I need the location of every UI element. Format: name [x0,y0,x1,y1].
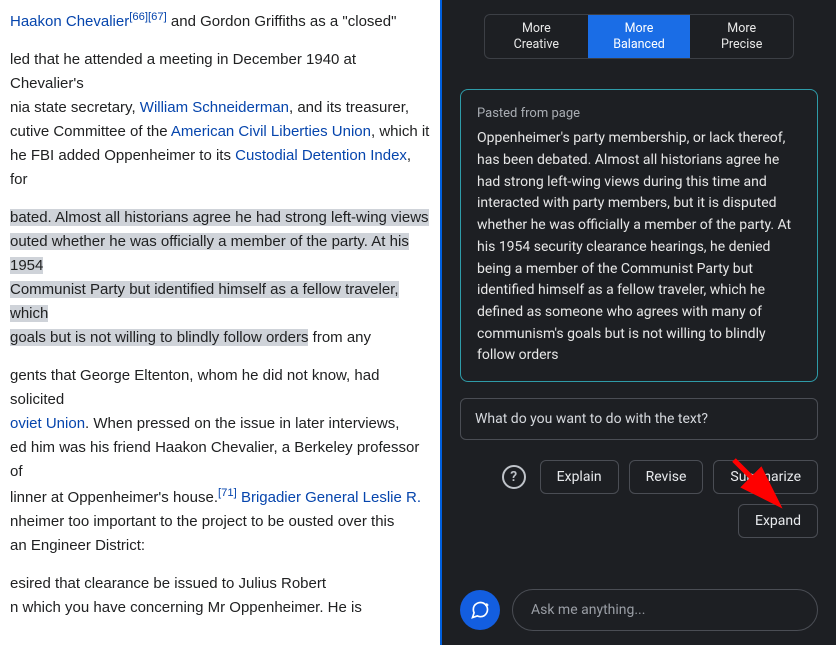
new-topic-icon[interactable] [460,590,500,630]
article-text: led that he attended a meeting in Decemb… [10,51,356,92]
tone-balanced-button[interactable]: More Balanced [588,15,691,58]
expand-button[interactable]: Expand [738,504,818,538]
pasted-text: Oppenheimer's party membership, or lack … [477,128,801,367]
tone-label: More [625,21,654,36]
help-icon[interactable]: ? [502,465,526,489]
tone-label: More [727,21,756,36]
selected-text: Communist Party but identified himself a… [10,281,399,322]
article-quote: esired that clearance be issued to Juliu… [10,572,430,620]
selected-text: outed whether he was officially a member… [10,233,409,274]
link-soviet-union[interactable]: oviet Union [10,415,85,432]
tone-label: More [522,21,551,36]
article-text: nia state secretary, [10,99,140,116]
link-schneiderman[interactable]: William Schneiderman [140,99,289,116]
action-row: ? Explain Revise Summarize [460,460,818,494]
tone-label: Balanced [613,37,665,52]
pasted-label: Pasted from page [477,104,801,124]
citation-ref-71[interactable]: [71] [218,487,237,499]
citation-ref-66[interactable]: [66] [129,11,148,23]
copilot-sidebar: More Creative More Balanced More Precise… [442,0,836,645]
tone-creative-button[interactable]: More Creative [485,15,588,58]
article-text: he FBI added Oppenheimer to its [10,147,235,164]
article-text: an Engineer District: [10,537,145,554]
action-row-2: Expand [460,504,818,538]
chat-input[interactable]: Ask me anything... [512,589,818,631]
article-text: , which it [371,123,429,140]
link-haakon-chevalier[interactable]: Haakon Chevalier [10,13,129,30]
link-leslie-groves[interactable]: Brigadier General Leslie R. [241,489,421,506]
link-custodial-detention[interactable]: Custodial Detention Index [235,147,407,164]
article-text: from any [308,329,371,346]
article-text: , and its treasurer, [289,99,409,116]
tone-precise-button[interactable]: More Precise [690,15,793,58]
article-text: esired that clearance be issued to Juliu… [10,575,326,592]
article-text: cutive Committee of the [10,123,171,140]
tone-label: Precise [721,37,762,52]
revise-button[interactable]: Revise [629,460,704,494]
selected-text: bated. Almost all historians agree he ha… [10,209,429,226]
explain-button[interactable]: Explain [540,460,619,494]
article-text: linner at Oppenheimer's house. [10,489,218,506]
citation-ref-67[interactable]: [67] [148,11,167,23]
article-text: ed him was his friend Haakon Chevalier, … [10,439,419,480]
chat-input-row: Ask me anything... [460,589,818,631]
article-paragraph: led that he attended a meeting in Decemb… [10,48,430,192]
article-text: and Gordon Griffiths as a "closed" [167,13,397,30]
link-aclu[interactable]: American Civil Liberties Union [171,123,371,140]
prompt-instruction: What do you want to do with the text? [460,398,818,440]
summarize-button[interactable]: Summarize [713,460,818,494]
pasted-context-box: Pasted from page Oppenheimer's party mem… [460,89,818,382]
article-text: gents that George Eltenton, whom he did … [10,367,379,408]
article-pane: Haakon Chevalier[66][67] and Gordon Grif… [0,0,442,645]
article-paragraph: Haakon Chevalier[66][67] and Gordon Grif… [10,8,430,34]
article-text: n which you have concerning Mr Oppenheim… [10,599,362,616]
tone-label: Creative [514,37,559,52]
selected-text: goals but is not willing to blindly foll… [10,329,308,346]
article-paragraph: gents that George Eltenton, whom he did … [10,364,430,558]
tone-selector: More Creative More Balanced More Precise [484,14,794,59]
article-paragraph-selected: bated. Almost all historians agree he ha… [10,206,430,350]
article-text: nheimer too important to the project to … [10,513,394,530]
article-text: . When pressed on the issue in later int… [85,415,399,432]
